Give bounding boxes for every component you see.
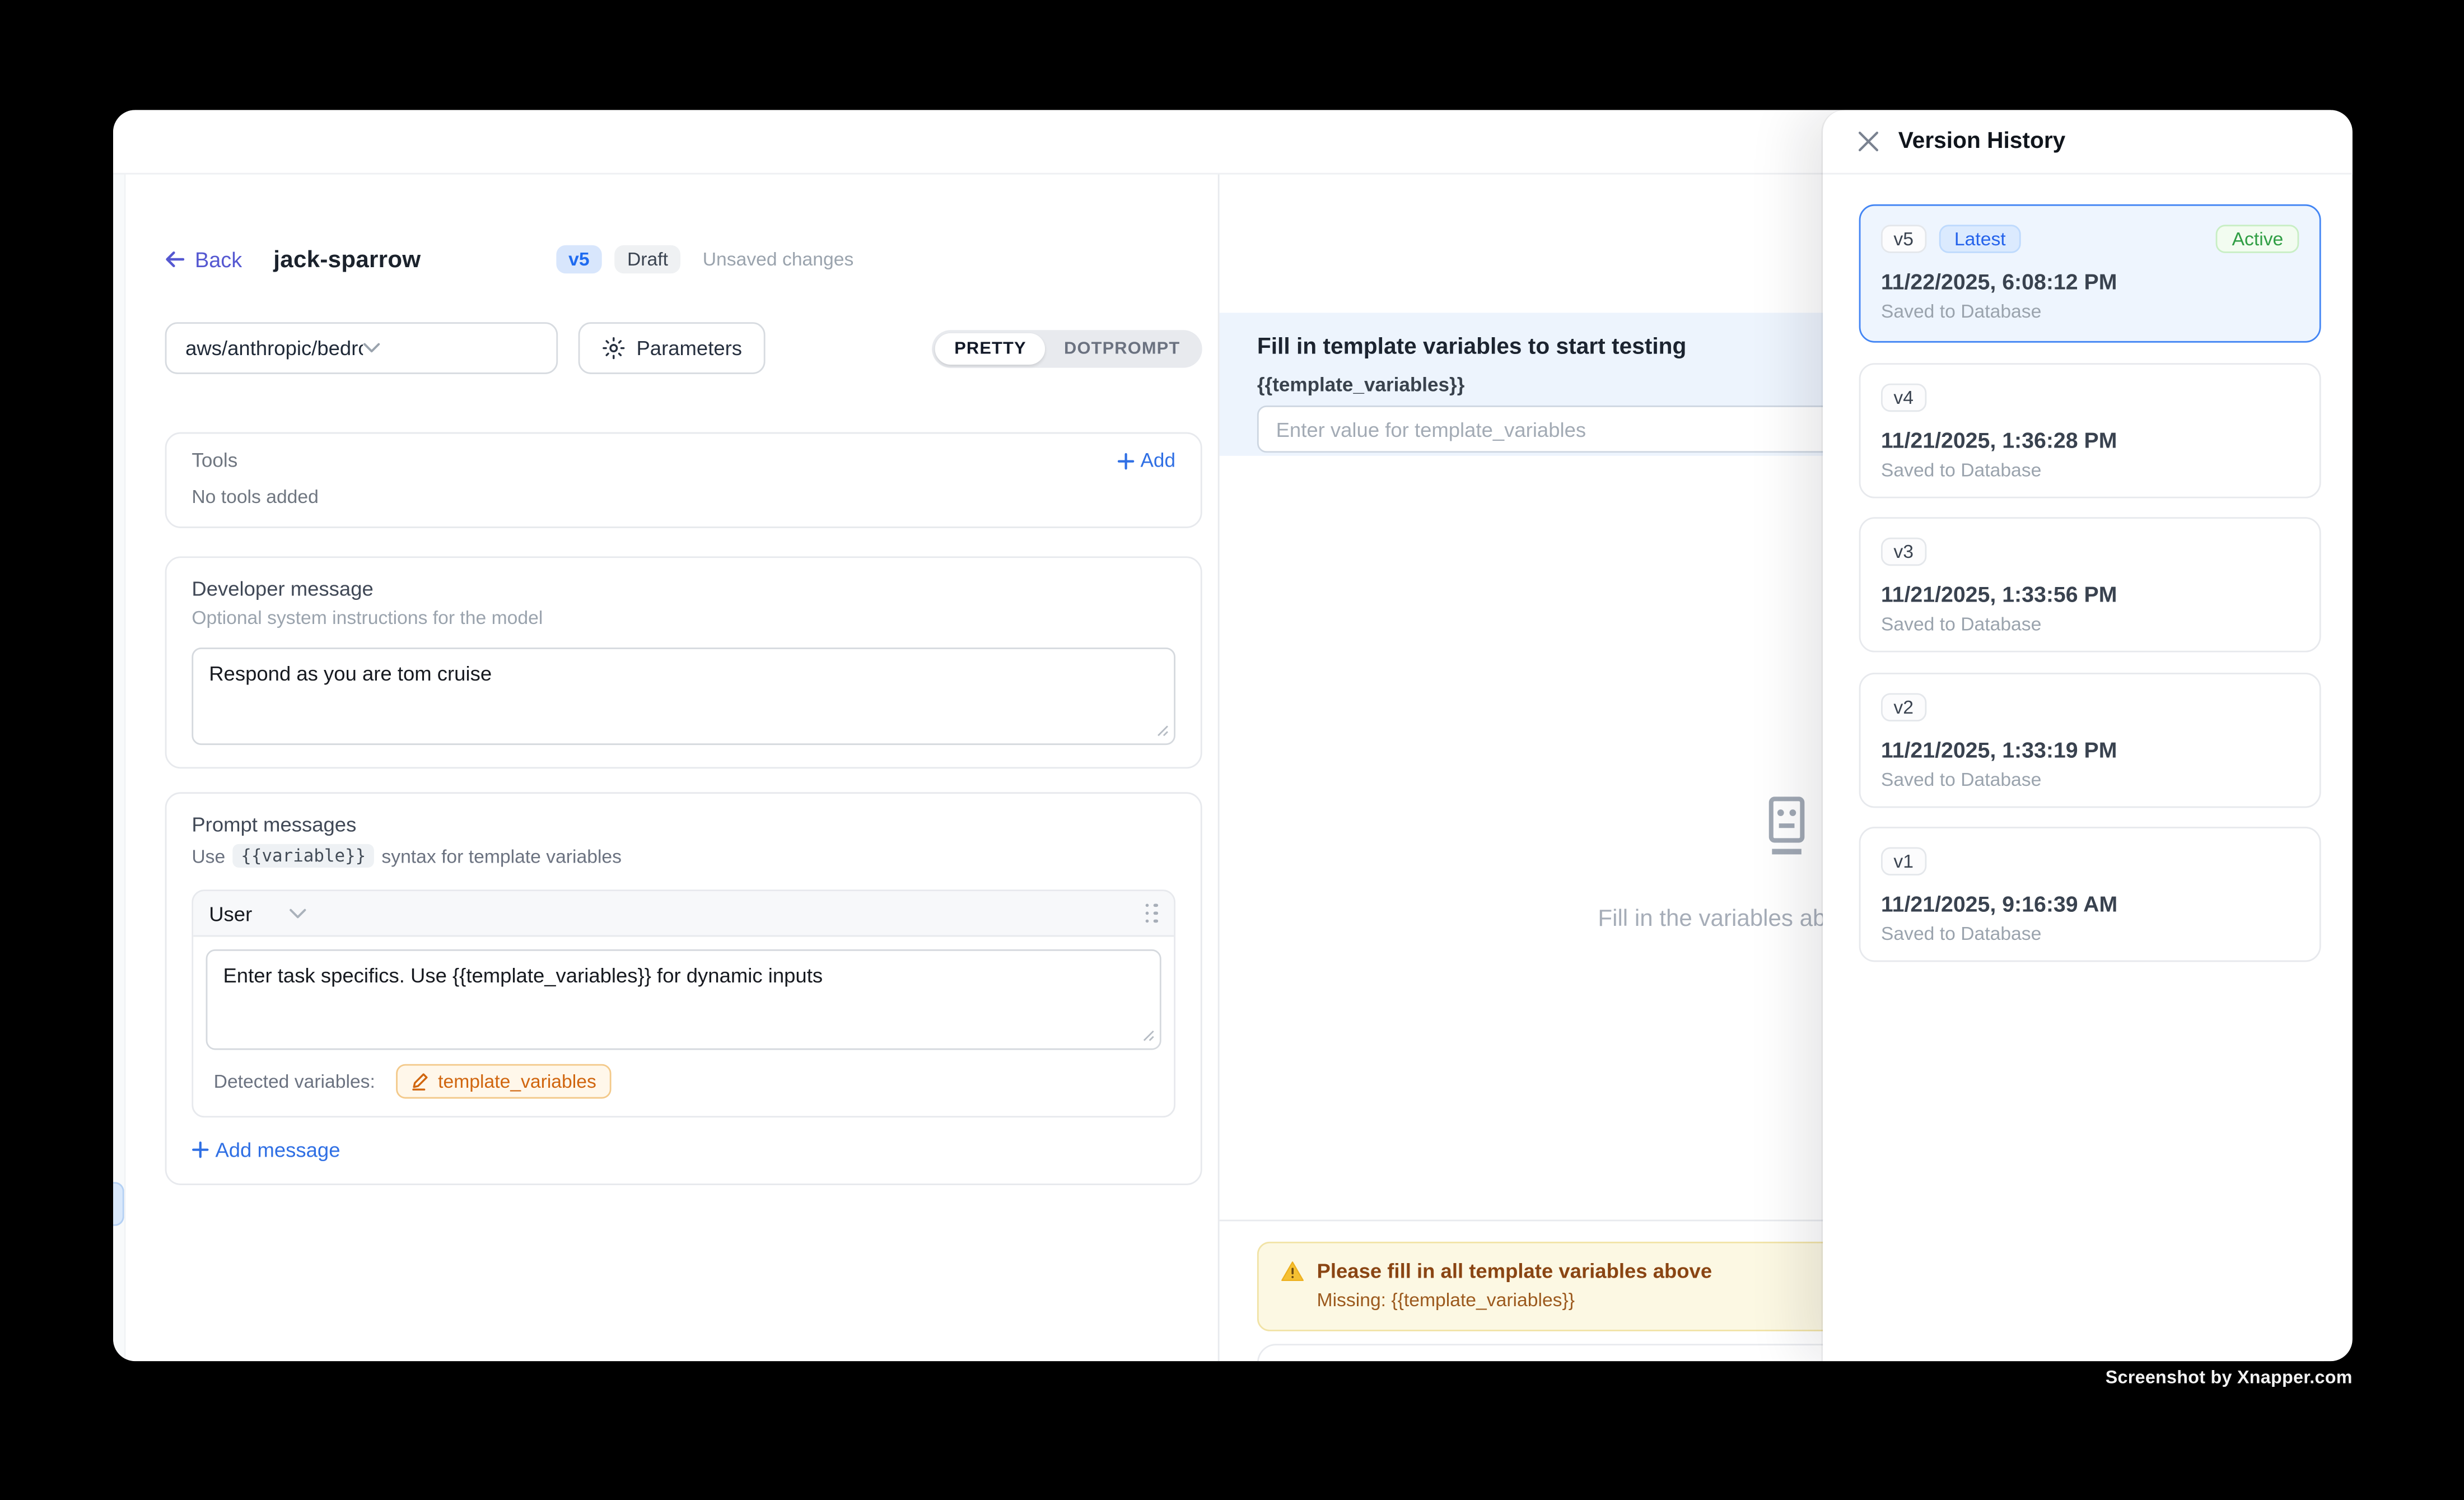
screenshot-stage: Back jack-sparrow v5 Draft Unsaved chang… (0, 0, 2464, 1500)
hint-suffix: syntax for template variables (381, 845, 622, 867)
detected-variables-label: Detected variables: (214, 1070, 375, 1092)
message-block: User Enter task specifics. U (192, 889, 1175, 1117)
editor-pane: Back jack-sparrow v5 Draft Unsaved chang… (125, 174, 1217, 1361)
message-header: User (193, 891, 1174, 937)
app-window: Back jack-sparrow v5 Draft Unsaved chang… (113, 110, 2353, 1361)
template-hint: Use {{variable}} syntax for template var… (192, 844, 1175, 868)
close-icon (1858, 131, 1879, 152)
version-card-v5[interactable]: v5 Latest Active 11/22/2025, 6:08:12 PM … (1859, 204, 2321, 343)
tools-empty-text: No tools added (192, 486, 1175, 507)
version-number-badge: v2 (1881, 692, 1926, 721)
unsaved-changes-label: Unsaved changes (703, 248, 854, 270)
draft-badge: Draft (615, 245, 681, 274)
warning-triangle-icon (1281, 1260, 1304, 1282)
variable-syntax-chip: {{variable}} (233, 844, 374, 868)
variable-chip-label: template_variables (438, 1070, 596, 1092)
detected-variables-row: Detected variables: template_variables (206, 1050, 1161, 1116)
plus-icon (192, 1141, 209, 1158)
version-number-badge: v1 (1881, 847, 1926, 875)
add-tool-button[interactable]: Add (1117, 450, 1175, 472)
page-title: jack-sparrow (273, 246, 421, 273)
developer-message-title: Developer message (192, 577, 1175, 600)
watermark-text: Screenshot by Xnapper.com (2106, 1369, 2353, 1388)
prompt-messages-card: Prompt messages Use {{variable}} syntax … (165, 792, 1202, 1185)
parameters-button[interactable]: Parameters (578, 322, 766, 374)
add-tool-label: Add (1141, 450, 1175, 472)
model-select[interactable]: aws/anthropic/bedrock-claude-3-5-s... (165, 322, 558, 374)
role-select[interactable]: User (209, 901, 307, 925)
version-timestamp: 11/21/2025, 1:36:28 PM (1881, 427, 2299, 452)
plus-icon (1117, 452, 1134, 469)
version-number-badge: v5 (1881, 225, 1926, 253)
tools-card: Tools Add No tools added (165, 432, 1202, 528)
version-timestamp: 11/21/2025, 1:33:19 PM (1881, 737, 2299, 762)
toggle-pretty[interactable]: PRETTY (936, 332, 1046, 364)
toggle-dotprompt[interactable]: DOTPROMPT (1045, 332, 1199, 364)
format-toggle: PRETTY DOTPROMPT (932, 329, 1202, 367)
chevron-down-icon (363, 343, 540, 354)
developer-message-card: Developer message Optional system instru… (165, 556, 1202, 768)
chevron-down-icon (290, 908, 307, 919)
active-badge: Active (2216, 225, 2299, 253)
role-select-value: User (209, 901, 252, 925)
version-status: Saved to Database (1881, 613, 2299, 635)
version-list: v5 Latest Active 11/22/2025, 6:08:12 PM … (1823, 174, 2353, 962)
version-number-badge: v4 (1881, 383, 1926, 411)
parameters-label: Parameters (636, 337, 742, 360)
version-status: Saved to Database (1881, 458, 2299, 480)
breadcrumb-row: Back jack-sparrow v5 Draft Unsaved chang… (165, 244, 1202, 275)
developer-message-input[interactable]: Respond as you are tom cruise (192, 647, 1175, 745)
version-card-v1[interactable]: v1 11/21/2025, 9:16:39 AM Saved to Datab… (1859, 827, 2321, 962)
hint-prefix: Use (192, 845, 225, 867)
version-number-badge: v3 (1881, 538, 1926, 566)
drawer-header: Version History (1823, 110, 2353, 174)
developer-message-subtitle: Optional system instructions for the mod… (192, 607, 1175, 628)
version-timestamp: 11/22/2025, 6:08:12 PM (1881, 269, 2299, 294)
model-toolbar: aws/anthropic/bedrock-claude-3-5-s... Pa… (165, 322, 1202, 374)
version-card-v4[interactable]: v4 11/21/2025, 1:36:28 PM Saved to Datab… (1859, 362, 2321, 497)
message-content-input[interactable]: Enter task specifics. Use {{template_var… (206, 949, 1161, 1050)
latest-badge: Latest (1939, 225, 2022, 253)
version-status: Saved to Database (1881, 768, 2299, 790)
pencil-icon (411, 1072, 428, 1091)
drag-handle-icon[interactable] (1145, 903, 1158, 923)
version-timestamp: 11/21/2025, 9:16:39 AM (1881, 891, 2299, 916)
version-card-v2[interactable]: v2 11/21/2025, 1:33:19 PM Saved to Datab… (1859, 672, 2321, 807)
back-label: Back (195, 248, 242, 271)
prompt-messages-title: Prompt messages (192, 813, 1175, 836)
version-history-drawer: Version History v5 Latest Active 11/22/2… (1823, 110, 2353, 1361)
add-message-label: Add message (215, 1138, 340, 1162)
version-badge: v5 (556, 245, 602, 274)
arrow-left-icon (165, 250, 185, 269)
drawer-title: Version History (1898, 129, 2066, 154)
sidebar-peek-handle[interactable] (113, 1182, 124, 1226)
tools-title: Tools (192, 450, 237, 472)
add-message-button[interactable]: Add message (192, 1138, 1175, 1162)
model-select-value: aws/anthropic/bedrock-claude-3-5-s... (185, 337, 363, 360)
message-body: Enter task specifics. Use {{template_var… (193, 937, 1174, 1116)
close-drawer-button[interactable] (1858, 131, 1879, 152)
warning-title: Please fill in all template variables ab… (1317, 1259, 1712, 1283)
variable-chip[interactable]: template_variables (395, 1064, 612, 1099)
version-timestamp: 11/21/2025, 1:33:56 PM (1881, 581, 2299, 607)
version-status: Saved to Database (1881, 923, 2299, 944)
gear-icon (602, 337, 626, 360)
back-button[interactable]: Back (165, 248, 242, 271)
version-card-v3[interactable]: v3 11/21/2025, 1:33:56 PM Saved to Datab… (1859, 517, 2321, 652)
version-status: Saved to Database (1881, 300, 2299, 322)
